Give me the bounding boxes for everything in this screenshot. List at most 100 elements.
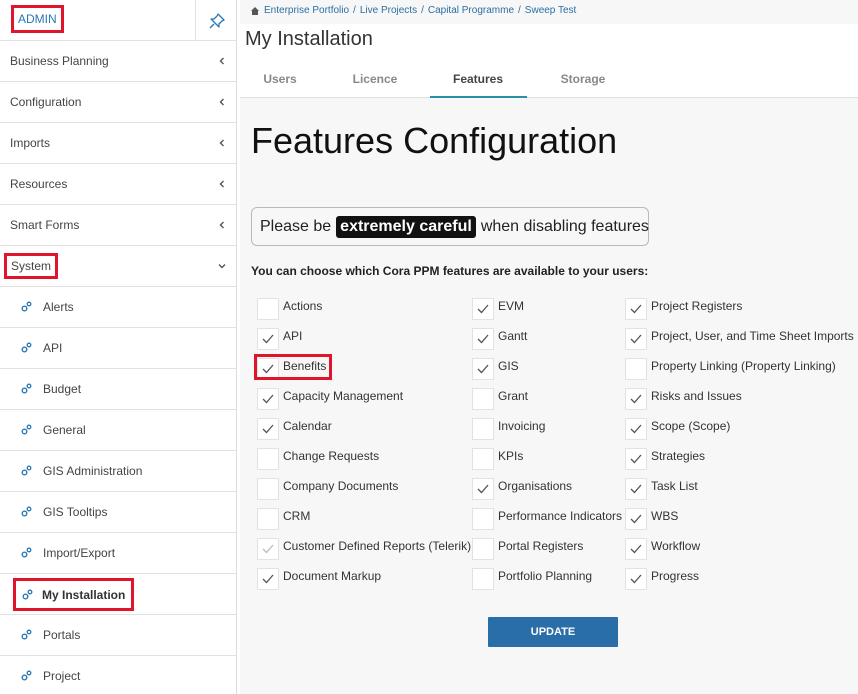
feature-checkbox[interactable]: [257, 328, 279, 350]
tab-features[interactable]: Features: [446, 72, 510, 86]
feature-checkbox[interactable]: [472, 568, 494, 590]
warning-emphasis: extremely careful: [336, 215, 476, 238]
checkmark-icon: [262, 424, 274, 434]
breadcrumb: Enterprise Portfolio / Live Projects / C…: [250, 5, 576, 16]
checkmark-icon: [630, 574, 642, 584]
feature-checkbox[interactable]: [625, 448, 647, 470]
sidebar-subitem-import-export[interactable]: Import/Export: [0, 533, 236, 574]
sidebar-subitem-label: GIS Tooltips: [43, 505, 108, 519]
tab-licence[interactable]: Licence: [348, 72, 402, 86]
breadcrumb-item[interactable]: Live Projects: [360, 5, 417, 16]
feature-label: WBS: [651, 509, 679, 523]
feature-checkbox[interactable]: [472, 298, 494, 320]
feature-label: Project Registers: [651, 299, 743, 313]
feature-checkbox[interactable]: [257, 388, 279, 410]
feature-checkbox[interactable]: [257, 508, 279, 530]
feature-checkbox[interactable]: [472, 478, 494, 500]
sidebar-item-system[interactable]: System: [0, 246, 236, 287]
feature-checkbox[interactable]: [472, 418, 494, 440]
sidebar-subitem-project[interactable]: Project: [0, 656, 236, 694]
feature-label: Strategies: [651, 449, 706, 463]
feature-checkbox[interactable]: [257, 418, 279, 440]
update-button[interactable]: UPDATE: [488, 617, 618, 647]
gears-icon: [21, 465, 32, 476]
checkmark-icon: [630, 514, 642, 524]
sidebar-subitem-my-installation[interactable]: My Installation: [0, 574, 236, 615]
checkmark-icon: [630, 454, 642, 464]
feature-company-documents: Company Documents: [257, 478, 398, 502]
feature-label: API: [283, 329, 303, 343]
feature-label: GIS: [498, 359, 519, 373]
sidebar-subitem-portals[interactable]: Portals: [0, 615, 236, 656]
checkmark-icon: [477, 334, 489, 344]
feature-checkbox[interactable]: [472, 388, 494, 410]
feature-project-registers: Project Registers: [625, 298, 742, 322]
feature-checkbox[interactable]: [625, 388, 647, 410]
feature-label: Gantt: [498, 329, 528, 343]
breadcrumb-separator: /: [518, 5, 521, 16]
admin-button[interactable]: ADMIN: [11, 5, 64, 33]
feature-checkbox[interactable]: [625, 418, 647, 440]
checkmark-icon: [477, 484, 489, 494]
checkmark-icon: [262, 574, 274, 584]
pin-button[interactable]: [195, 0, 237, 41]
chevron-down-icon: [218, 264, 226, 269]
sidebar-subitem-alerts[interactable]: Alerts: [0, 287, 236, 328]
feature-label: Performance Indicators: [498, 509, 623, 523]
sidebar-subitem-label: GIS Administration: [43, 464, 143, 478]
feature-checkbox[interactable]: [472, 448, 494, 470]
feature-checkbox[interactable]: [625, 328, 647, 350]
feature-checkbox[interactable]: [257, 538, 279, 560]
sidebar-subitem-gis-administration[interactable]: GIS Administration: [0, 451, 236, 492]
sidebar-item-imports[interactable]: Imports: [0, 123, 236, 164]
feature-label: Invoicing: [498, 419, 546, 433]
feature-checkbox[interactable]: [625, 298, 647, 320]
feature-checkbox[interactable]: [472, 538, 494, 560]
pin-icon: [209, 12, 225, 28]
sidebar-item-business-planning[interactable]: Business Planning: [0, 41, 236, 82]
sidebar-item-smart-forms[interactable]: Smart Forms: [0, 205, 236, 246]
feature-checkbox[interactable]: [625, 538, 647, 560]
feature-checkbox[interactable]: [625, 478, 647, 500]
breadcrumb-item[interactable]: Enterprise Portfolio: [264, 5, 349, 16]
sidebar-subitem-gis-tooltips[interactable]: GIS Tooltips: [0, 492, 236, 533]
feature-checkbox[interactable]: [472, 508, 494, 530]
sidebar-item-label: Configuration: [10, 95, 82, 109]
feature-checkbox[interactable]: [257, 478, 279, 500]
feature-checkbox[interactable]: [257, 298, 279, 320]
feature-checkbox[interactable]: [625, 508, 647, 530]
chevron-left-icon: [219, 98, 224, 106]
sidebar-item-label: System: [4, 253, 59, 279]
feature-checkbox[interactable]: [625, 358, 647, 380]
feature-checkbox[interactable]: [257, 448, 279, 470]
tab-storage[interactable]: Storage: [556, 72, 610, 86]
feature-property-linking-property-linking: Property Linking (Property Linking): [625, 358, 836, 382]
benefits-highlight: [254, 354, 332, 380]
sidebar-item-configuration[interactable]: Configuration: [0, 82, 236, 123]
breadcrumb-item[interactable]: Sweep Test: [525, 5, 577, 16]
home-icon[interactable]: [250, 6, 260, 16]
checkmark-icon: [630, 304, 642, 314]
sidebar-subitem-api[interactable]: API: [0, 328, 236, 369]
sidebar-item-resources[interactable]: Resources: [0, 164, 236, 205]
feature-checkbox[interactable]: [257, 568, 279, 590]
breadcrumb-item[interactable]: Capital Programme: [428, 5, 514, 16]
gears-icon: [21, 383, 32, 394]
feature-label: Project, User, and Time Sheet Imports: [651, 329, 854, 343]
gears-icon: [21, 670, 32, 681]
feature-checkbox[interactable]: [625, 568, 647, 590]
chevron-left-icon: [219, 221, 224, 229]
sidebar-subitem-label: General: [43, 423, 86, 437]
gears-icon: [21, 424, 32, 435]
warning-banner: Please be extremely careful when disabli…: [251, 207, 649, 246]
feature-label: Capacity Management: [283, 389, 404, 403]
feature-checkbox[interactable]: [472, 328, 494, 350]
tab-users[interactable]: Users: [258, 72, 302, 86]
sidebar-subitem-general[interactable]: General: [0, 410, 236, 451]
gears-icon: [21, 506, 32, 517]
feature-task-list: Task List: [625, 478, 698, 502]
checkmark-icon: [630, 334, 642, 344]
feature-checkbox[interactable]: [472, 358, 494, 380]
sidebar-item-label: Business Planning: [10, 54, 109, 68]
sidebar-subitem-budget[interactable]: Budget: [0, 369, 236, 410]
